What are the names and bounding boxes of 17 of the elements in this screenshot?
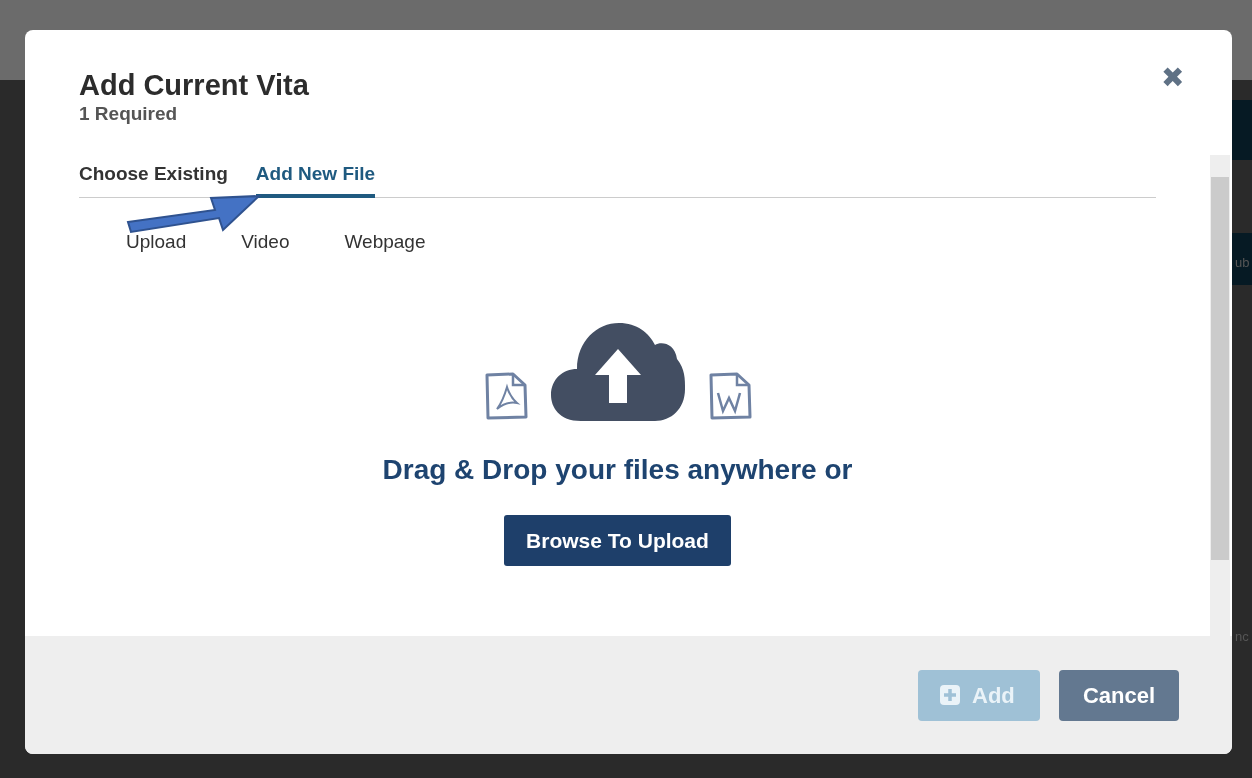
browse-button[interactable]: Browse To Upload (504, 514, 731, 567)
drop-message: Drag & Drop your files anywhere or (382, 452, 853, 487)
modal-title: Add Current Vita (79, 68, 310, 103)
close-button[interactable]: ✖ (1161, 64, 1184, 92)
background-text: ub (1235, 256, 1250, 269)
sub-tab[interactable]: Video (241, 228, 290, 257)
sub-tab[interactable]: Webpage (344, 228, 426, 257)
sub-tab[interactable]: Upload (126, 228, 187, 257)
cancel-button[interactable]: Cancel (1059, 669, 1179, 721)
required-count: 1 Required (79, 102, 179, 126)
background-panel (1232, 100, 1252, 160)
upload-cloud-icon (550, 322, 685, 421)
background-panel (1232, 233, 1252, 285)
tab[interactable]: Choose Existing (79, 159, 228, 199)
tab[interactable]: Add New File (255, 159, 376, 199)
plus-icon (940, 685, 960, 705)
scrollbar[interactable] (1210, 155, 1230, 636)
